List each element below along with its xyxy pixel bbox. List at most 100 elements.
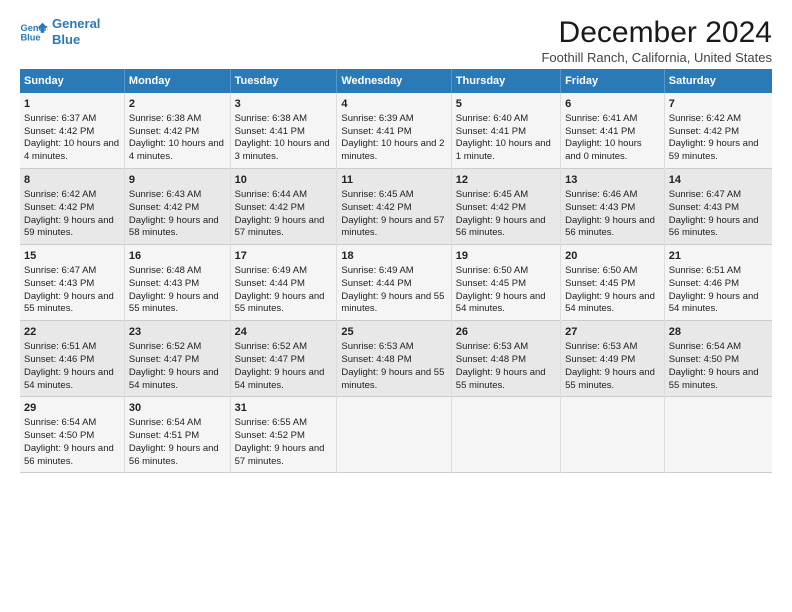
calendar-cell: 31Sunrise: 6:55 AMSunset: 4:52 PMDayligh… (230, 397, 337, 473)
calendar-cell: 18Sunrise: 6:49 AMSunset: 4:44 PMDayligh… (337, 245, 451, 321)
col-sunday: Sunday (20, 69, 124, 93)
table-row: 8Sunrise: 6:42 AMSunset: 4:42 PMDaylight… (20, 169, 772, 245)
calendar-cell: 23Sunrise: 6:52 AMSunset: 4:47 PMDayligh… (124, 321, 230, 397)
logo-text: General Blue (52, 16, 100, 47)
sunset: Sunset: 4:42 PM (341, 202, 411, 213)
calendar-cell: 29Sunrise: 6:54 AMSunset: 4:50 PMDayligh… (20, 397, 124, 473)
calendar-cell: 21Sunrise: 6:51 AMSunset: 4:46 PMDayligh… (664, 245, 772, 321)
calendar-cell: 7Sunrise: 6:42 AMSunset: 4:42 PMDaylight… (664, 93, 772, 169)
day-number: 9 (129, 173, 226, 188)
sunset: Sunset: 4:42 PM (129, 126, 199, 137)
daylight: Daylight: 9 hours and 56 minutes. (24, 443, 114, 467)
day-number: 2 (129, 97, 226, 112)
day-number: 13 (565, 173, 660, 188)
day-number: 24 (235, 325, 333, 340)
sunrise: Sunrise: 6:40 AM (456, 113, 528, 124)
daylight: Daylight: 9 hours and 57 minutes. (341, 215, 444, 239)
daylight: Daylight: 9 hours and 55 minutes. (129, 291, 219, 315)
col-monday: Monday (124, 69, 230, 93)
table-row: 15Sunrise: 6:47 AMSunset: 4:43 PMDayligh… (20, 245, 772, 321)
day-number: 17 (235, 249, 333, 264)
sunrise: Sunrise: 6:46 AM (565, 189, 637, 200)
daylight: Daylight: 9 hours and 54 minutes. (565, 291, 655, 315)
day-number: 22 (24, 325, 120, 340)
sunset: Sunset: 4:46 PM (24, 354, 94, 365)
header: General Blue General Blue December 2024 … (20, 16, 772, 65)
sunset: Sunset: 4:42 PM (24, 202, 94, 213)
calendar-cell: 5Sunrise: 6:40 AMSunset: 4:41 PMDaylight… (451, 93, 560, 169)
col-thursday: Thursday (451, 69, 560, 93)
logo-line1: General (52, 16, 100, 31)
sunset: Sunset: 4:46 PM (669, 278, 739, 289)
daylight: Daylight: 9 hours and 55 minutes. (565, 367, 655, 391)
sunset: Sunset: 4:50 PM (669, 354, 739, 365)
table-row: 22Sunrise: 6:51 AMSunset: 4:46 PMDayligh… (20, 321, 772, 397)
sunrise: Sunrise: 6:37 AM (24, 113, 96, 124)
day-number: 21 (669, 249, 768, 264)
day-number: 26 (456, 325, 556, 340)
daylight: Daylight: 9 hours and 54 minutes. (456, 291, 546, 315)
calendar-cell: 3Sunrise: 6:38 AMSunset: 4:41 PMDaylight… (230, 93, 337, 169)
sunrise: Sunrise: 6:50 AM (565, 265, 637, 276)
sunset: Sunset: 4:42 PM (235, 202, 305, 213)
calendar-cell (337, 397, 451, 473)
daylight: Daylight: 10 hours and 4 minutes. (129, 138, 224, 162)
calendar-cell: 9Sunrise: 6:43 AMSunset: 4:42 PMDaylight… (124, 169, 230, 245)
sunrise: Sunrise: 6:43 AM (129, 189, 201, 200)
day-number: 19 (456, 249, 556, 264)
daylight: Daylight: 9 hours and 54 minutes. (24, 367, 114, 391)
calendar-cell: 17Sunrise: 6:49 AMSunset: 4:44 PMDayligh… (230, 245, 337, 321)
calendar-cell: 1Sunrise: 6:37 AMSunset: 4:42 PMDaylight… (20, 93, 124, 169)
calendar-cell: 4Sunrise: 6:39 AMSunset: 4:41 PMDaylight… (337, 93, 451, 169)
sunset: Sunset: 4:45 PM (565, 278, 635, 289)
sunrise: Sunrise: 6:45 AM (341, 189, 413, 200)
day-number: 30 (129, 401, 226, 416)
col-tuesday: Tuesday (230, 69, 337, 93)
daylight: Daylight: 10 hours and 2 minutes. (341, 138, 444, 162)
daylight: Daylight: 10 hours and 1 minute. (456, 138, 551, 162)
daylight: Daylight: 9 hours and 58 minutes. (129, 215, 219, 239)
sunset: Sunset: 4:43 PM (565, 202, 635, 213)
calendar-cell: 14Sunrise: 6:47 AMSunset: 4:43 PMDayligh… (664, 169, 772, 245)
sunset: Sunset: 4:51 PM (129, 430, 199, 441)
daylight: Daylight: 9 hours and 55 minutes. (341, 291, 444, 315)
sunrise: Sunrise: 6:54 AM (669, 341, 741, 352)
calendar-cell: 6Sunrise: 6:41 AMSunset: 4:41 PMDaylight… (561, 93, 665, 169)
daylight: Daylight: 9 hours and 57 minutes. (235, 215, 325, 239)
calendar-cell (451, 397, 560, 473)
day-number: 5 (456, 97, 556, 112)
sunset: Sunset: 4:43 PM (669, 202, 739, 213)
daylight: Daylight: 10 hours and 0 minutes. (565, 138, 642, 162)
sunrise: Sunrise: 6:38 AM (129, 113, 201, 124)
sunrise: Sunrise: 6:54 AM (24, 417, 96, 428)
calendar-cell: 13Sunrise: 6:46 AMSunset: 4:43 PMDayligh… (561, 169, 665, 245)
sunrise: Sunrise: 6:41 AM (565, 113, 637, 124)
day-number: 14 (669, 173, 768, 188)
calendar-cell: 27Sunrise: 6:53 AMSunset: 4:49 PMDayligh… (561, 321, 665, 397)
calendar-cell: 10Sunrise: 6:44 AMSunset: 4:42 PMDayligh… (230, 169, 337, 245)
sunset: Sunset: 4:50 PM (24, 430, 94, 441)
sunrise: Sunrise: 6:53 AM (565, 341, 637, 352)
day-number: 8 (24, 173, 120, 188)
calendar-cell (561, 397, 665, 473)
sunrise: Sunrise: 6:53 AM (456, 341, 528, 352)
col-wednesday: Wednesday (337, 69, 451, 93)
sunrise: Sunrise: 6:49 AM (341, 265, 413, 276)
day-number: 28 (669, 325, 768, 340)
calendar-table: Sunday Monday Tuesday Wednesday Thursday… (20, 69, 772, 473)
sunset: Sunset: 4:47 PM (235, 354, 305, 365)
sunset: Sunset: 4:43 PM (129, 278, 199, 289)
calendar-cell: 8Sunrise: 6:42 AMSunset: 4:42 PMDaylight… (20, 169, 124, 245)
sunrise: Sunrise: 6:51 AM (669, 265, 741, 276)
daylight: Daylight: 10 hours and 4 minutes. (24, 138, 119, 162)
sunset: Sunset: 4:47 PM (129, 354, 199, 365)
page-container: General Blue General Blue December 2024 … (0, 0, 792, 483)
calendar-cell: 30Sunrise: 6:54 AMSunset: 4:51 PMDayligh… (124, 397, 230, 473)
sunset: Sunset: 4:42 PM (24, 126, 94, 137)
logo: General Blue General Blue (20, 16, 100, 47)
day-number: 23 (129, 325, 226, 340)
daylight: Daylight: 9 hours and 55 minutes. (341, 367, 444, 391)
daylight: Daylight: 9 hours and 59 minutes. (669, 138, 759, 162)
day-number: 31 (235, 401, 333, 416)
daylight: Daylight: 9 hours and 57 minutes. (235, 443, 325, 467)
